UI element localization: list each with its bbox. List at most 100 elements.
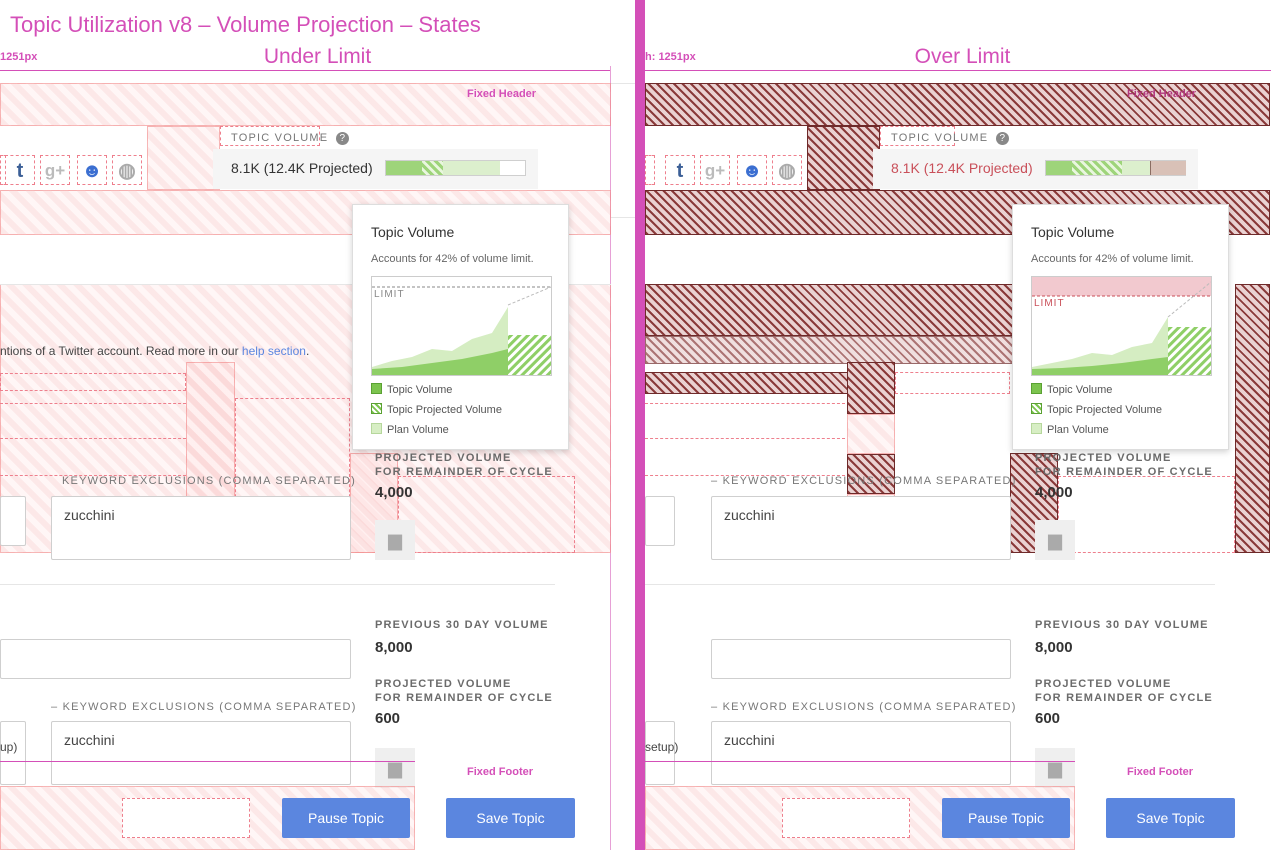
setup-hint: up) bbox=[0, 740, 18, 754]
help-text-end: . bbox=[305, 344, 310, 358]
help-icon[interactable]: ? bbox=[335, 132, 349, 145]
topic-volume-label-group: TOPIC VOLUME ? bbox=[231, 128, 349, 146]
bar-projected-segment bbox=[422, 161, 443, 175]
limit-label: LIMIT bbox=[374, 289, 405, 300]
topic-volume-popover: Topic Volume Accounts for 42% of volume … bbox=[352, 204, 569, 450]
projected-volume-label: PROJECTED VOLUME FOR REMAINDER OF CYCLE bbox=[1035, 677, 1213, 705]
spacing-zone bbox=[847, 454, 895, 494]
google-plus-icon[interactable]: g+ bbox=[700, 155, 730, 185]
projected-volume-label: PROJECTED VOLUME FOR REMAINDER OF CYCLE bbox=[375, 677, 553, 705]
projected-volume-label-line2: FOR REMAINDER OF CYCLE bbox=[1035, 466, 1213, 478]
projected-volume-label-line2: FOR REMAINDER OF CYCLE bbox=[375, 692, 553, 704]
projected-volume-label-line1: PROJECTED VOLUME bbox=[1035, 452, 1172, 464]
keywords-input-partial[interactable] bbox=[0, 496, 26, 546]
tumblr-icon[interactable]: t bbox=[5, 155, 35, 185]
exclusions-input[interactable]: zucchini bbox=[711, 721, 1011, 785]
help-text-zone bbox=[645, 336, 1065, 364]
legend-swatch bbox=[1031, 423, 1042, 434]
globe-icon[interactable]: ◍ bbox=[772, 155, 802, 185]
topic-volume-label: TOPIC VOLUME bbox=[891, 132, 989, 144]
projected-volume-label-line1: PROJECTED VOLUME bbox=[375, 678, 512, 690]
globe-icon[interactable]: ◍ bbox=[112, 155, 142, 185]
topic-volume-value: 8.1K (12.4K Projected) bbox=[891, 160, 1033, 176]
spacing-guide bbox=[645, 403, 845, 404]
legend-topic-volume: Topic Volume bbox=[371, 383, 452, 397]
spacing-guide bbox=[645, 438, 845, 439]
popover-title: Topic Volume bbox=[1031, 224, 1115, 240]
setup-hint: setup) bbox=[645, 740, 679, 754]
popover-subtitle: Accounts for 42% of volume limit. bbox=[371, 253, 534, 265]
popover-title: Topic Volume bbox=[371, 224, 455, 240]
legend-label: Topic Projected Volume bbox=[387, 404, 502, 416]
previous-volume-label: PREVIOUS 30 DAY VOLUME bbox=[375, 619, 549, 631]
help-icon[interactable]: ? bbox=[995, 132, 1009, 145]
fixed-header-label: Fixed Header bbox=[1127, 88, 1197, 100]
spacing-zone bbox=[1058, 476, 1235, 553]
fixed-header-label: Fixed Header bbox=[467, 88, 537, 100]
exclusions-input[interactable]: zucchini bbox=[51, 721, 351, 785]
legend-projected-volume: Topic Projected Volume bbox=[1031, 403, 1162, 417]
volume-bar[interactable] bbox=[1045, 160, 1186, 176]
spacing-zone bbox=[1235, 284, 1270, 553]
social-icon-partial[interactable] bbox=[645, 155, 655, 185]
fixed-footer-label: Fixed Footer bbox=[1127, 766, 1194, 778]
save-topic-button[interactable]: Save Topic bbox=[446, 798, 575, 838]
width-label: h: 1251px bbox=[645, 51, 696, 63]
help-section-link[interactable]: help section bbox=[242, 344, 306, 358]
exclusions-label: – KEYWORD EXCLUSIONS (COMMA SEPARATED) bbox=[711, 475, 1017, 487]
legend-label: Topic Projected Volume bbox=[1047, 404, 1162, 416]
spacing-zone bbox=[398, 476, 575, 553]
state-divider bbox=[635, 0, 645, 850]
fixed-footer-label: Fixed Footer bbox=[467, 766, 534, 778]
help-text-body: ntions of a Twitter account. Read more i… bbox=[0, 344, 242, 358]
spacing-zone bbox=[807, 126, 880, 190]
trash-icon[interactable]: ▆ bbox=[1035, 520, 1075, 560]
tumblr-icon[interactable]: t bbox=[665, 155, 695, 185]
help-text: ntions of a Twitter account. Read more i… bbox=[0, 344, 309, 358]
previous-volume-value: 8,000 bbox=[375, 639, 413, 656]
keywords-input[interactable] bbox=[711, 639, 1011, 679]
footer-guide bbox=[0, 761, 415, 762]
volume-bar[interactable] bbox=[385, 160, 526, 176]
pause-topic-button[interactable]: Pause Topic bbox=[942, 798, 1070, 838]
trash-icon[interactable]: ▆ bbox=[375, 520, 415, 560]
legend-label: Topic Volume bbox=[387, 384, 453, 396]
legend-swatch bbox=[371, 403, 382, 414]
legend-swatch bbox=[371, 423, 382, 434]
divider bbox=[0, 584, 555, 585]
projected-volume-value: 4,000 bbox=[375, 484, 413, 501]
keywords-input[interactable] bbox=[0, 639, 351, 679]
projected-volume-label-line1: PROJECTED VOLUME bbox=[375, 452, 512, 464]
trash-icon[interactable]: ▆ bbox=[1035, 748, 1075, 788]
divider bbox=[611, 83, 635, 84]
legend-swatch bbox=[1031, 383, 1042, 394]
limit-label: LIMIT bbox=[1034, 298, 1065, 309]
reddit-icon[interactable]: ☻ bbox=[737, 155, 767, 185]
exclusions-label: – KEYWORD EXCLUSIONS (COMMA SEPARATED) bbox=[711, 701, 1017, 713]
reddit-icon[interactable]: ☻ bbox=[77, 155, 107, 185]
keywords-input-partial[interactable] bbox=[645, 496, 675, 546]
page-title: Topic Utilization v8 – Volume Projection… bbox=[10, 12, 481, 37]
legend-swatch bbox=[371, 383, 382, 394]
spacing-zone bbox=[782, 798, 910, 838]
bar-plan-segment bbox=[442, 161, 500, 175]
spacing-zone bbox=[895, 372, 1010, 394]
spacing-zone bbox=[847, 414, 895, 454]
exclusions-input[interactable]: zucchini bbox=[711, 496, 1011, 560]
bar-topic-segment bbox=[1046, 161, 1073, 175]
volume-chart: LIMIT bbox=[371, 276, 552, 376]
trash-icon[interactable]: ▆ bbox=[375, 748, 415, 788]
spacing-zone bbox=[147, 126, 220, 190]
save-topic-button[interactable]: Save Topic bbox=[1106, 798, 1235, 838]
projected-volume-label-line2: FOR REMAINDER OF CYCLE bbox=[375, 466, 553, 478]
state-panel-under-limit: Under Limit 1251px Fixed Header t g+ ☻ ◍… bbox=[0, 0, 635, 850]
legend-label: Topic Volume bbox=[1047, 384, 1113, 396]
pause-topic-button[interactable]: Pause Topic bbox=[282, 798, 410, 838]
spacing-zone bbox=[0, 373, 186, 391]
exclusions-input[interactable]: zucchini bbox=[51, 496, 351, 560]
bar-topic-segment bbox=[386, 161, 423, 175]
exclusions-label: – KEYWORD EXCLUSIONS (COMMA SEPARATED) bbox=[51, 701, 357, 713]
google-plus-icon[interactable]: g+ bbox=[40, 155, 70, 185]
spacing-guide bbox=[0, 438, 186, 439]
topic-volume-value: 8.1K (12.4K Projected) bbox=[231, 160, 373, 176]
